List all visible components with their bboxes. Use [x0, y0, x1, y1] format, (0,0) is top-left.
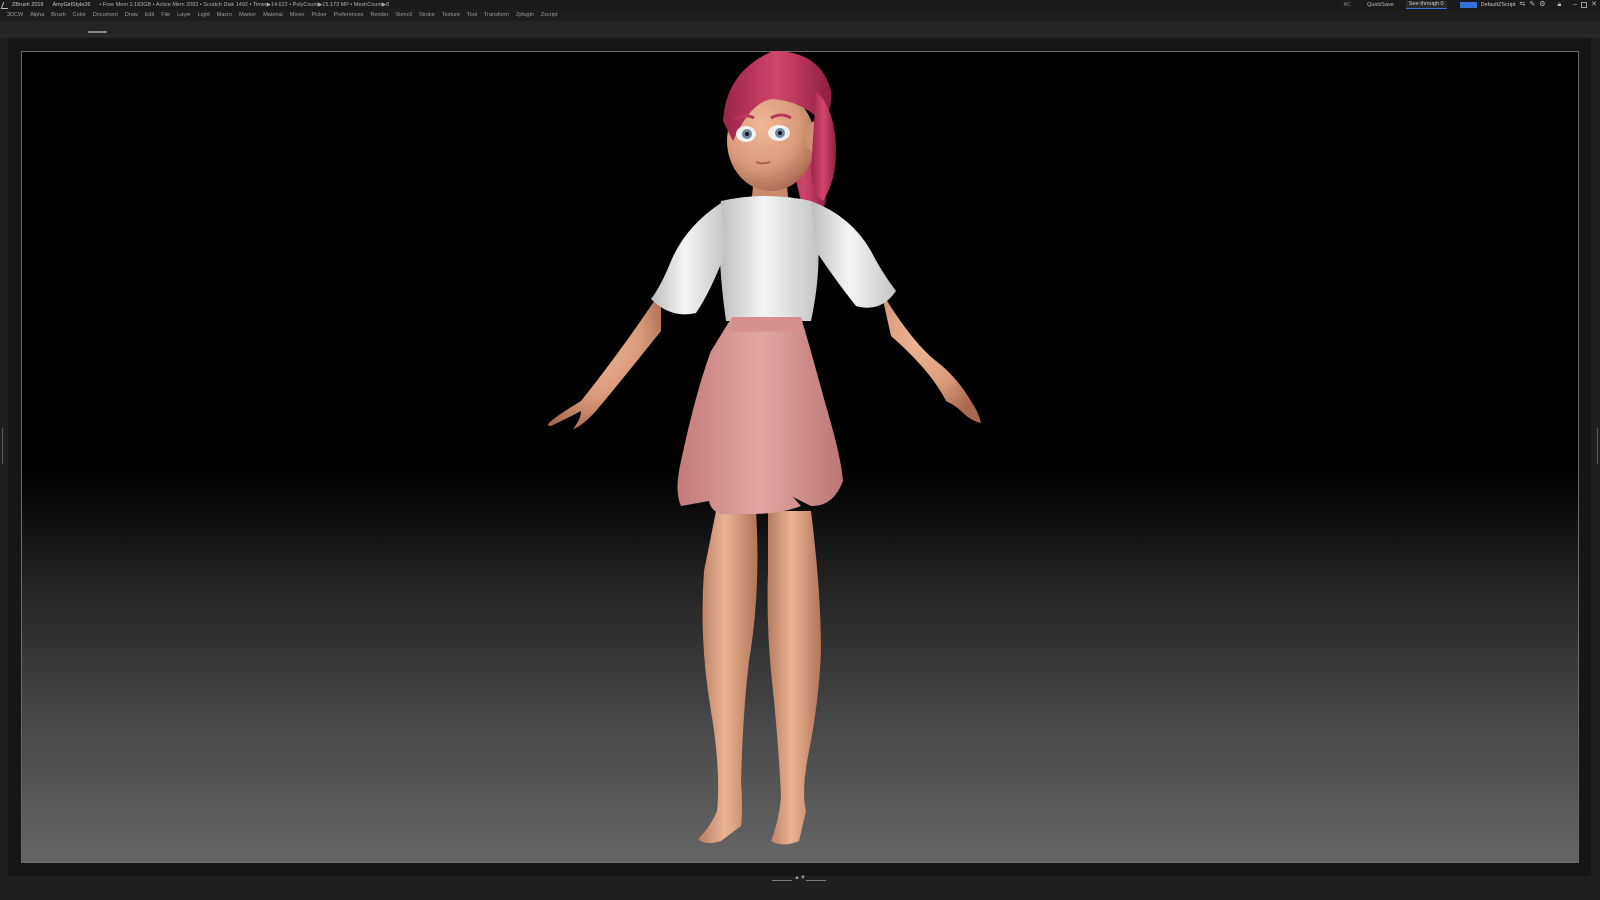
- layout-icon[interactable]: ⇆: [1519, 0, 1525, 10]
- menu-material[interactable]: Material: [263, 10, 283, 21]
- see-through-slider[interactable]: See-through 0: [1405, 1, 1447, 9]
- script-name[interactable]: DefaultZScript: [1481, 0, 1516, 10]
- minimize-icon[interactable]: –: [1573, 0, 1577, 10]
- status-stats: • Free Mem 1.183GB • Active Mem 2083 • S…: [99, 2, 390, 8]
- menu-document[interactable]: Document: [93, 10, 118, 21]
- menu-bar: 3DCW Alpha Brush Color Document Draw Edit File L…: [0, 10, 1600, 21]
- menu-draw[interactable]: Draw: [125, 10, 138, 21]
- document-title: AmyGirlStyle26: [52, 2, 91, 8]
- bottom-tray-handle[interactable]: ▲▼: [772, 875, 826, 885]
- zbrush-logo-icon: [0, 1, 11, 9]
- menu-marker[interactable]: Marker: [239, 10, 256, 21]
- tray-handle[interactable]: [88, 31, 107, 33]
- menu-alpha[interactable]: Alpha: [30, 10, 44, 21]
- bottom-shelf: [0, 885, 1600, 900]
- brush-icon[interactable]: ✎: [1529, 0, 1535, 10]
- menu-layer[interactable]: Layer: [177, 10, 191, 21]
- menu-stencil[interactable]: Stencil: [395, 10, 412, 21]
- menu-texture[interactable]: Texture: [442, 10, 460, 21]
- close-icon[interactable]: ✕: [1591, 0, 1597, 10]
- menu-tool[interactable]: Tool: [467, 10, 477, 21]
- viewport-canvas[interactable]: [21, 51, 1579, 863]
- strip-divider: [0, 35, 1600, 36]
- menu-transform[interactable]: Transform: [484, 10, 509, 21]
- right-tray-handle[interactable]: [1596, 428, 1599, 464]
- menu-file[interactable]: File: [161, 10, 170, 21]
- menu-stroke[interactable]: Stroke: [419, 10, 435, 21]
- menu-light[interactable]: Light: [198, 10, 210, 21]
- menu-color[interactable]: Color: [73, 10, 86, 21]
- menu-edit[interactable]: Edit: [145, 10, 154, 21]
- restore-icon[interactable]: [1581, 2, 1588, 8]
- menu-3dcw[interactable]: 3DCW: [7, 10, 23, 21]
- menu-zscript[interactable]: Zscript: [541, 10, 558, 21]
- menus-button[interactable]: Menus: [1459, 2, 1477, 10]
- menu-macro[interactable]: Macro: [217, 10, 232, 21]
- menu-brush[interactable]: Brush: [51, 10, 65, 21]
- left-tray-handle[interactable]: [1, 428, 4, 464]
- menu-render[interactable]: Render: [370, 10, 388, 21]
- app-title: ZBrush 2019: [12, 2, 44, 8]
- menu-picker[interactable]: Picker: [311, 10, 326, 21]
- title-bar: ZBrush 2019 AmyGirlStyle26 • Free Mem 1.…: [0, 0, 1600, 10]
- lock-icon[interactable]: 🔒︎: [1557, 0, 1561, 10]
- quicksave-button[interactable]: QuickSave: [1367, 0, 1394, 10]
- character-model: [548, 51, 981, 845]
- palette-icon[interactable]: ⚙: [1539, 0, 1545, 10]
- ac-button[interactable]: AC: [1343, 0, 1351, 10]
- menu-preferences[interactable]: Preferences: [334, 10, 364, 21]
- menu-movie[interactable]: Movie: [290, 10, 305, 21]
- expand-arrows-icon[interactable]: ▲▼: [794, 875, 806, 881]
- menu-zplugin[interactable]: Zplugin: [516, 10, 534, 21]
